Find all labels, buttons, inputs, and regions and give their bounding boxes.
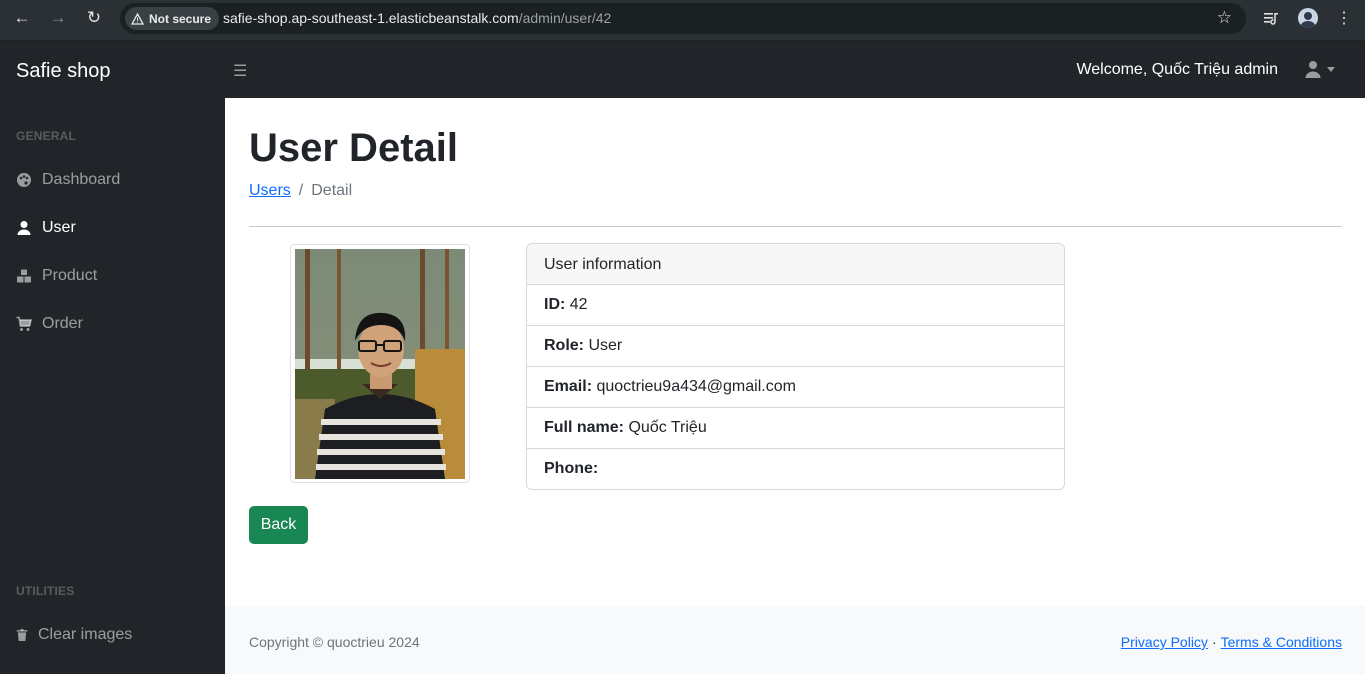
- info-row-id: ID: 42: [527, 285, 1064, 326]
- footer: Copyright © quoctrieu 2024 Privacy Polic…: [225, 606, 1365, 674]
- breadcrumb-current: Detail: [311, 182, 353, 199]
- kebab-menu-icon[interactable]: ⋮: [1334, 8, 1354, 28]
- browser-toolbar: ← → ↻ Not secure safie-shop.ap-southeast…: [0, 0, 1365, 41]
- info-label: Email:: [544, 378, 593, 395]
- info-value: quoctrieu9a434@gmail.com: [596, 378, 796, 395]
- sidebar-item-label: User: [42, 219, 76, 236]
- address-bar[interactable]: Not secure safie-shop.ap-southeast-1.ela…: [120, 3, 1246, 34]
- main-content: User Detail Users / Detail User informat…: [225, 98, 1365, 606]
- info-label: Full name:: [544, 419, 625, 436]
- sidebar-item-label: Clear images: [38, 626, 133, 643]
- url-host: safie-shop.ap-southeast-1.elasticbeansta…: [223, 10, 519, 26]
- profile-avatar-icon[interactable]: [1298, 8, 1318, 28]
- info-value: User: [588, 337, 623, 354]
- info-row-phone: Phone:: [527, 449, 1064, 489]
- sidebar-item-dashboard[interactable]: Dashboard: [16, 171, 120, 189]
- section-heading-utilities: UTILITIES: [16, 584, 75, 598]
- user-icon: [1305, 61, 1321, 78]
- copyright-text: Copyright © quoctrieu 2024: [249, 634, 420, 650]
- sidebar-item-user[interactable]: User: [16, 219, 76, 237]
- breadcrumb-link-users[interactable]: Users: [249, 182, 291, 200]
- palette-icon: [17, 173, 31, 187]
- info-row-full-name: Full name: Quốc Triệu: [527, 408, 1064, 449]
- breadcrumb: Users / Detail: [249, 182, 352, 200]
- sidebar-item-product[interactable]: Product: [16, 267, 97, 285]
- divider: [249, 226, 1342, 227]
- sidebar: Safie shop GENERAL Dashboard User Produc…: [0, 41, 225, 674]
- trash-icon: [16, 629, 28, 641]
- top-navbar: ☰ Welcome, Quốc Triệu admin: [225, 41, 1365, 98]
- welcome-text: Welcome, Quốc Triệu admin: [1076, 61, 1278, 78]
- user-icon: [17, 221, 31, 235]
- sidebar-item-label: Dashboard: [42, 171, 121, 188]
- info-value: 42: [569, 296, 588, 313]
- bookmark-star-icon[interactable]: ☆: [1217, 8, 1232, 28]
- info-label: Role:: [544, 337, 584, 354]
- chevron-down-icon: [1327, 66, 1335, 72]
- url-text[interactable]: safie-shop.ap-southeast-1.elasticbeansta…: [223, 10, 611, 26]
- terms-link[interactable]: Terms & Conditions: [1221, 634, 1342, 650]
- user-avatar-image: [290, 244, 470, 483]
- sidebar-item-clear-images[interactable]: Clear images: [16, 626, 132, 644]
- reload-icon[interactable]: ↻: [83, 7, 105, 29]
- card-header: User information: [527, 244, 1064, 285]
- cart-icon: [16, 316, 32, 331]
- privacy-policy-link[interactable]: Privacy Policy: [1121, 634, 1208, 650]
- info-row-email: Email: quoctrieu9a434@gmail.com: [527, 367, 1064, 408]
- back-button[interactable]: Back: [249, 506, 308, 544]
- breadcrumb-separator: /: [298, 182, 304, 199]
- sidebar-item-label: Order: [42, 315, 83, 332]
- tab-search-icon[interactable]: [1262, 9, 1280, 27]
- back-arrow-icon[interactable]: ←: [11, 7, 33, 29]
- footer-separator: ·: [1211, 634, 1217, 650]
- info-label: Phone:: [544, 460, 599, 477]
- sidebar-item-order[interactable]: Order: [16, 315, 83, 333]
- info-label: ID:: [544, 296, 566, 313]
- warning-triangle-icon: [131, 12, 144, 25]
- info-value: Quốc Triệu: [628, 419, 707, 436]
- url-path: /admin/user/42: [518, 10, 612, 26]
- sidebar-item-label: Product: [42, 267, 98, 284]
- user-information-card: User information ID: 42 Role: User Email…: [526, 243, 1065, 490]
- page-title: User Detail: [249, 126, 458, 170]
- info-row-role: Role: User: [527, 326, 1064, 367]
- user-menu-dropdown[interactable]: [1305, 60, 1335, 78]
- section-heading-general: GENERAL: [16, 129, 77, 143]
- security-chip[interactable]: Not secure: [125, 7, 220, 30]
- footer-links: Privacy Policy · Terms & Conditions: [1121, 634, 1342, 650]
- brand-name[interactable]: Safie shop: [16, 60, 111, 83]
- forward-arrow-icon[interactable]: →: [47, 7, 69, 29]
- boxes-icon: [17, 269, 31, 283]
- security-label: Not secure: [149, 11, 212, 26]
- hamburger-menu-icon[interactable]: ☰: [233, 61, 247, 81]
